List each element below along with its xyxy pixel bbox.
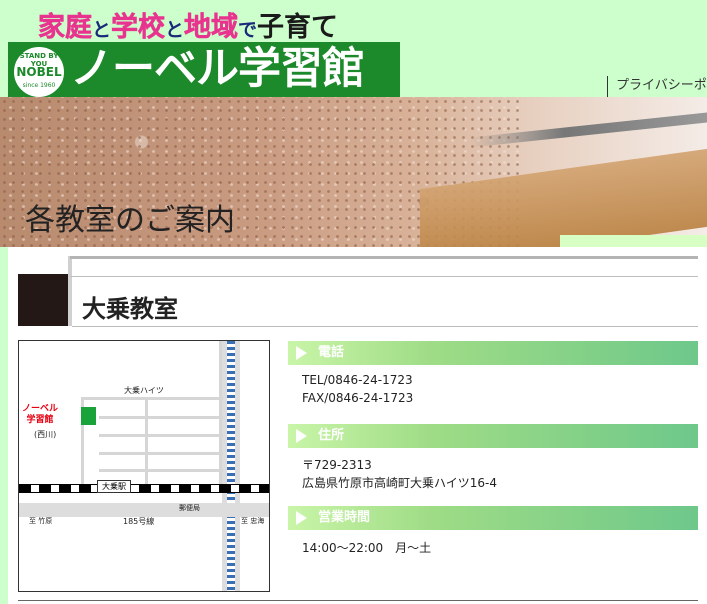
map-apartment-label: 大乗ハイツ bbox=[124, 386, 164, 395]
map-route-label: 185号線 bbox=[123, 517, 155, 526]
heading-divider bbox=[68, 256, 72, 326]
tagline-word: 家庭 bbox=[38, 12, 93, 44]
privacy-link[interactable]: プライバシーポ bbox=[607, 76, 707, 98]
heading-block bbox=[18, 274, 68, 326]
zip-code: 〒729-2313 bbox=[302, 458, 372, 472]
heading-top-rule bbox=[70, 256, 698, 259]
map-station-label: 大乗駅 bbox=[97, 480, 131, 493]
tagline-particle: で bbox=[238, 19, 258, 41]
site-header: 家庭と学校と地域で子育て STAND BY YOU NOBEL since 19… bbox=[0, 0, 707, 99]
map-block bbox=[81, 397, 223, 400]
heading-bottom-rule bbox=[72, 326, 698, 327]
page-banner: 各教室のご案内 bbox=[0, 97, 707, 247]
map-route-185 bbox=[19, 503, 269, 517]
map-block bbox=[145, 397, 148, 484]
tel-number: TEL/0846-24-1723 bbox=[302, 373, 413, 387]
logo-badge: STAND BY YOU NOBEL since 1960 bbox=[12, 45, 66, 99]
fax-number: FAX/0846-24-1723 bbox=[302, 391, 414, 405]
banner-green bbox=[560, 235, 707, 247]
address-label: 住所 bbox=[318, 428, 345, 443]
site-logo[interactable]: STAND BY YOU NOBEL since 1960 ノーベル学習館 bbox=[8, 42, 400, 99]
map-school-label-2: 学習館 bbox=[26, 415, 54, 425]
heading-top-rule-2 bbox=[70, 276, 698, 277]
business-hours: 14:00～22:00 月～土 bbox=[302, 541, 432, 555]
map-school-label-1: ノーベル bbox=[22, 404, 59, 414]
arrow-right-icon bbox=[296, 511, 307, 525]
bottom-rule bbox=[18, 600, 698, 601]
tagline: 家庭と学校と地域で子育て bbox=[38, 5, 338, 44]
street-address: 広島県竹原市高崎町大乗ハイツ16-4 bbox=[302, 476, 497, 490]
hours-header-bar: 営業時間 bbox=[288, 506, 698, 530]
hours-label: 営業時間 bbox=[318, 510, 371, 525]
map-block bbox=[99, 434, 223, 437]
map-post-office-label: 郵便局 bbox=[179, 504, 200, 512]
arrow-right-icon bbox=[296, 429, 307, 443]
page-title: 各教室のご案内 bbox=[25, 203, 235, 238]
map-to-right-label: 至 忠海 bbox=[241, 517, 265, 525]
map-block bbox=[99, 452, 223, 455]
map-to-left-label: 至 竹原 bbox=[29, 517, 53, 525]
map-river bbox=[227, 341, 235, 591]
phone-header-bar: 電話 bbox=[288, 341, 698, 365]
map-block bbox=[99, 469, 223, 472]
phone-label: 電話 bbox=[318, 345, 345, 360]
tagline-word: 地域 bbox=[184, 12, 239, 44]
map-school-sub: (西川) bbox=[34, 430, 57, 439]
logo-text: ノーベル学習館 bbox=[70, 44, 365, 94]
map-block bbox=[219, 341, 222, 484]
access-map: ノーベル 学習館 (西川) 大乗ハイツ 大乗駅 郵便局 185号線 至 竹原 至… bbox=[18, 340, 270, 592]
tagline-word: 子育て bbox=[257, 12, 339, 43]
tagline-particle: と bbox=[92, 19, 112, 41]
classroom-name: 大乗教室 bbox=[82, 295, 178, 323]
left-accent-strip bbox=[0, 247, 8, 604]
address-header-bar: 住所 bbox=[288, 424, 698, 448]
tagline-particle: と bbox=[165, 19, 185, 41]
tagline-word: 学校 bbox=[111, 12, 166, 44]
badge-since: since 1960 bbox=[22, 82, 56, 89]
arrow-right-icon bbox=[296, 346, 307, 360]
map-block bbox=[99, 416, 223, 419]
map-railway bbox=[19, 484, 269, 493]
badge-name: NOBEL bbox=[16, 65, 62, 79]
map-school-label: ノーベル 学習館 bbox=[22, 404, 58, 426]
school-marker bbox=[81, 407, 96, 425]
